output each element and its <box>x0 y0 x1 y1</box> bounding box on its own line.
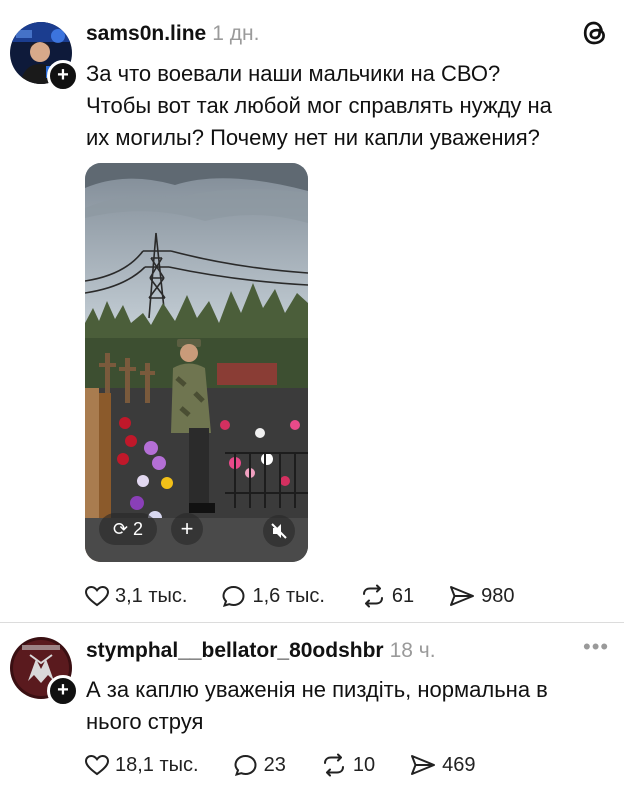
heart-icon <box>84 754 110 776</box>
reply-actions: 18,1 тыс. 23 10 469 <box>84 750 509 780</box>
share-button[interactable]: 469 <box>409 753 475 777</box>
like-button[interactable]: 18,1 тыс. <box>84 753 199 777</box>
timestamp: 1 дн. <box>212 22 260 45</box>
send-arrow-icon <box>450 586 475 606</box>
comment-bubble-icon <box>234 754 257 776</box>
comment-count: 1,6 тыс. <box>252 584 325 607</box>
repost-count-badge[interactable]: ⟳ 2 <box>99 513 157 545</box>
reply-text-line: А за каплю уваженія не пиздіть, нормальн… <box>86 677 548 702</box>
share-button[interactable]: 980 <box>448 584 515 608</box>
comment-bubble-icon <box>222 585 245 607</box>
threads-logo-icon[interactable] <box>582 19 608 52</box>
repost-arrows-icon: ⟳ <box>112 519 129 539</box>
post-text-line: их могилы? Почему нет ни капли уважения? <box>86 125 540 150</box>
repost-count: 61 <box>391 584 415 607</box>
share-count: 980 <box>481 584 515 607</box>
repost-arrows-icon <box>362 584 383 608</box>
speaker-muted-icon[interactable] <box>263 515 295 547</box>
follow-plus-icon[interactable]: + <box>47 675 79 707</box>
post-actions: 3,1 тыс. 1,6 тыс. 61 980 <box>84 581 549 611</box>
post-text-line: Чтобы вот так любой мог справлять нужду … <box>86 93 552 118</box>
share-count: 469 <box>442 753 476 776</box>
media-repost-count: 2 <box>133 519 144 539</box>
username[interactable]: stymphal__bellator_80odshbr <box>86 639 384 662</box>
follow-plus-icon[interactable]: + <box>47 60 79 92</box>
timestamp: 18 ч. <box>389 639 436 662</box>
username[interactable]: sams0n.line <box>86 22 206 45</box>
repost-arrows-icon <box>323 753 344 777</box>
reply-text: А за каплю уваженія не пиздіть, нормальн… <box>86 674 548 738</box>
like-button[interactable]: 3,1 тыс. <box>84 584 187 608</box>
comment-button[interactable]: 1,6 тыс. <box>221 584 325 608</box>
repost-count: 10 <box>352 753 376 776</box>
more-options-button[interactable]: ••• <box>583 634 609 660</box>
heart-icon <box>84 585 110 607</box>
post-header: sams0n.line 1 дн. <box>86 22 259 46</box>
comment-button[interactable]: 23 <box>233 753 286 777</box>
like-count: 3,1 тыс. <box>115 584 188 607</box>
post-text: За что воевали наши мальчики на СВО? Что… <box>86 58 552 154</box>
reply-header: stymphal__bellator_80odshbr 18 ч. <box>86 639 436 663</box>
like-count: 18,1 тыс. <box>115 753 199 776</box>
reply-text-line: нього струя <box>86 709 204 734</box>
repost-button[interactable]: 10 <box>320 753 375 777</box>
send-arrow-icon <box>411 755 436 775</box>
comment-count: 23 <box>263 753 286 776</box>
repost-button[interactable]: 61 <box>359 584 414 608</box>
post-text-line: За что воевали наши мальчики на СВО? <box>86 61 501 86</box>
threads-post: + sams0n.line 1 дн. За что воевали наши м… <box>0 0 624 622</box>
add-button[interactable]: + <box>171 513 203 545</box>
reply-post: + stymphal__bellator_80odshbr 18 ч. ••• А… <box>0 622 624 788</box>
post-video[interactable]: ⟳ 2 + <box>85 163 308 562</box>
